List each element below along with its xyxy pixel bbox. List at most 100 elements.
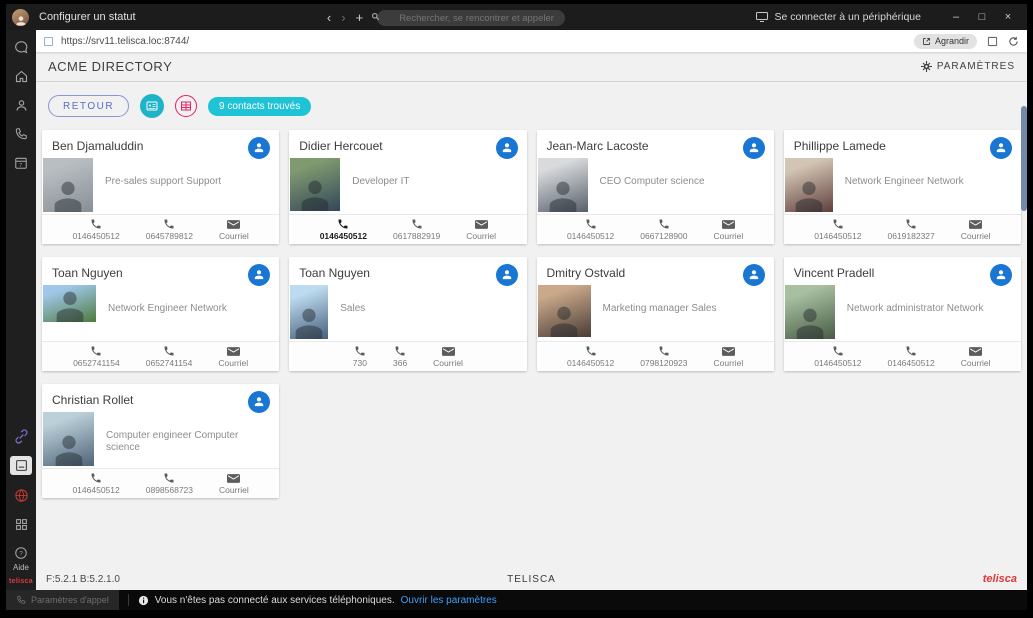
contact-profile-button[interactable] [743,137,765,159]
scrollbar[interactable] [1021,61,1027,590]
call-primary-button[interactable]: 0146450512 [567,218,614,241]
user-avatar[interactable] [12,9,29,26]
svg-text:7: 7 [19,163,22,169]
active-app-icon[interactable] [10,456,32,475]
settings-button[interactable]: PARAMÈTRES [921,61,1015,72]
minimize-button[interactable]: – [943,4,969,30]
contact-body: Pre-sales support Support [42,153,279,214]
call-secondary-button[interactable]: 0645789812 [146,218,193,241]
call-secondary-button[interactable]: 0898568723 [146,472,193,495]
open-settings-link[interactable]: Ouvrir les paramètres [401,595,497,606]
contact-card[interactable]: Toan Nguyen Network Engineer Network 065… [42,257,279,371]
nav-back-button[interactable]: ‹ [327,10,331,25]
email-label: Courriel [961,231,991,241]
chat-icon[interactable] [12,38,30,56]
contact-actions: 0146450512 0667128900 Courriel [537,214,774,244]
phone-number-secondary: 366 [393,358,407,368]
contact-card[interactable]: Dmitry Ostvald Marketing manager Sales 0… [537,257,774,371]
card-view-button[interactable] [140,94,164,118]
app-body: 7 ? Aide telisca https://srv11.telisca.l… [6,30,1027,590]
call-primary-button[interactable]: 0146450512 [72,218,119,241]
link-icon[interactable] [12,427,30,445]
call-primary-button[interactable]: 0652741154 [73,345,120,368]
contact-profile-button[interactable] [990,137,1012,159]
call-primary-button[interactable]: 0146450512 [72,472,119,495]
call-secondary-button[interactable]: 0667128900 [640,218,687,241]
call-secondary-button[interactable]: 0798120923 [640,345,687,368]
phone-number-secondary: 0652741154 [146,358,193,368]
call-primary-button[interactable]: 0146450512 [320,218,367,241]
email-button[interactable]: Courriel [218,346,248,368]
email-label: Courriel [433,358,463,368]
email-button[interactable]: Courriel [961,346,991,368]
contact-card[interactable]: Ben Djamaluddin Pre-sales support Suppor… [42,130,279,244]
call-secondary-button[interactable]: 0617882919 [393,218,440,241]
table-view-button[interactable] [175,95,197,117]
envelope-icon [227,219,240,230]
photo-silhouette [544,300,584,337]
agrandir-button[interactable]: Agrandir [914,34,977,49]
contact-profile-button[interactable] [990,264,1012,286]
contact-profile-button[interactable] [496,137,518,159]
calendar-icon[interactable]: 7 [12,154,30,172]
call-secondary-button[interactable]: 0652741154 [146,345,193,368]
url-text[interactable]: https://srv11.telisca.loc:8744/ [61,36,189,47]
email-button[interactable]: Courriel [714,346,744,368]
apps-grid-icon[interactable] [12,515,30,533]
contacts-icon[interactable] [12,96,30,114]
contact-card[interactable]: Toan Nguyen Sales 730 366 Courriel [289,257,526,371]
maximize-button[interactable]: □ [969,4,995,30]
call-secondary-button[interactable]: 366 [393,345,407,368]
contact-card[interactable]: Jean-Marc Lacoste CEO Computer science 0… [537,130,774,244]
globe-icon[interactable] [12,486,30,504]
contact-card[interactable]: Christian Rollet Computer engineer Compu… [42,384,279,498]
contact-photo [785,158,833,212]
email-button[interactable]: Courriel [466,219,496,241]
contact-profile-button[interactable] [496,264,518,286]
contact-profile-button[interactable] [743,264,765,286]
nav-add-tab-button[interactable]: + [356,10,364,25]
refresh-icon[interactable] [1008,36,1019,47]
contact-grid: Ben Djamaluddin Pre-sales support Suppor… [42,130,1021,498]
call-primary-button[interactable]: 0146450512 [567,345,614,368]
email-label: Courriel [219,485,249,495]
retour-button[interactable]: RETOUR [48,95,129,117]
email-button[interactable]: Courriel [714,219,744,241]
scrollbar-thumb[interactable] [1021,106,1027,211]
call-primary-button[interactable]: 730 [353,345,367,368]
contact-body: CEO Computer science [537,153,774,214]
home-icon[interactable] [12,67,30,85]
call-primary-button[interactable]: 0146450512 [814,218,861,241]
photo-silhouette [50,285,90,322]
nav-forward-button[interactable]: › [341,10,345,25]
contact-card[interactable]: Phillippe Lamede Network Engineer Networ… [784,130,1021,244]
open-in-window-icon[interactable] [987,36,998,47]
contact-job: Sales [340,303,365,315]
close-button[interactable]: × [995,4,1021,30]
contact-photo [43,412,94,466]
phone-number-primary: 0146450512 [814,231,861,241]
search-input[interactable] [377,10,565,26]
call-secondary-button[interactable]: 0146450512 [887,345,934,368]
contact-card[interactable]: Vincent Pradell Network administrator Ne… [784,257,1021,371]
connect-device-button[interactable]: Se connecter à un périphérique [756,11,921,23]
contact-card[interactable]: Didier Hercouet Developer IT 0146450512 … [289,130,526,244]
email-label: Courriel [219,231,249,241]
email-button[interactable]: Courriel [219,219,249,241]
urlbar-actions: Agrandir [914,34,1019,49]
search-icon [371,12,380,21]
contact-photo [290,285,328,339]
call-primary-button[interactable]: 0146450512 [814,345,861,368]
email-button[interactable]: Courriel [961,219,991,241]
contact-actions: 0652741154 0652741154 Courriel [42,341,279,371]
email-button[interactable]: Courriel [219,473,249,495]
envelope-icon [227,473,240,484]
phone-icon [905,218,917,230]
person-circle-icon [252,268,266,282]
call-secondary-button[interactable]: 0619182327 [887,218,934,241]
help-label: Aide [13,563,29,572]
call-settings-button[interactable]: Paramètres d'appel [6,590,119,610]
phone-icon[interactable] [12,125,30,143]
help-icon[interactable]: ? [12,544,30,562]
email-button[interactable]: Courriel [433,346,463,368]
